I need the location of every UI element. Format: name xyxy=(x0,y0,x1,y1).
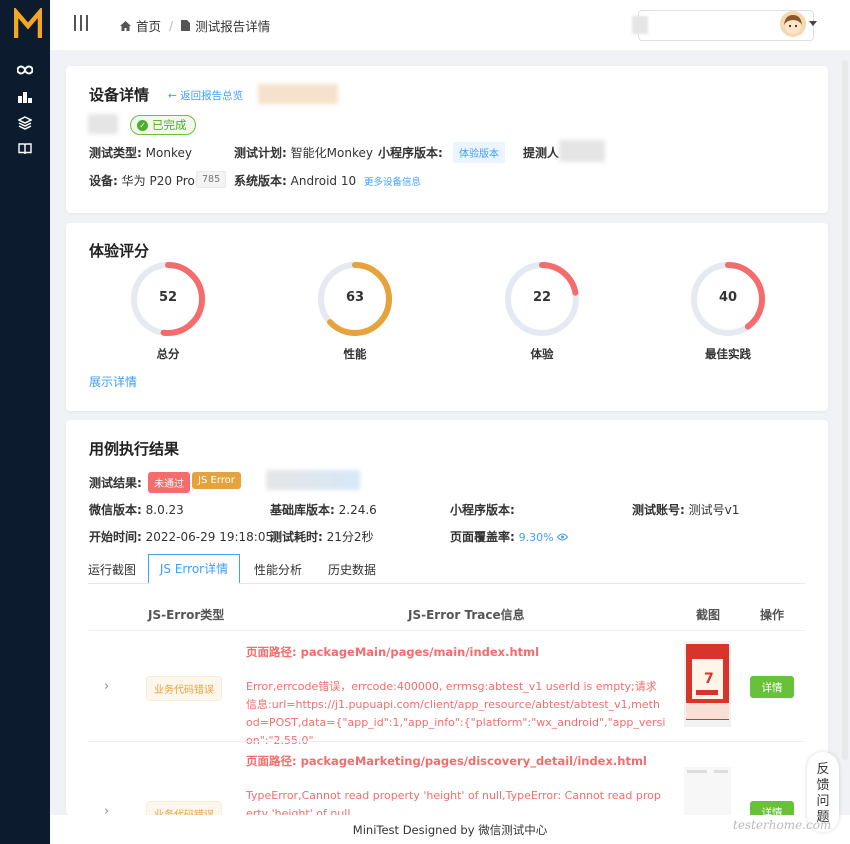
score-gauge: 40 xyxy=(688,259,768,339)
score-gauge: 52 xyxy=(128,259,208,339)
sidebar xyxy=(0,0,50,844)
gauge-value: 22 xyxy=(532,290,552,305)
result-card: 用例执行结果 测试结果: 未通过 JS Error 微信版本: 8.0.23 基… xyxy=(66,420,828,815)
svg-text:7: 7 xyxy=(704,671,714,687)
wechat-version-field: 微信版本: 8.0.23 xyxy=(89,503,184,517)
device-code-tag: 785 xyxy=(196,171,227,188)
error-page-path: 页面路径: packageMain/pages/main/index.html xyxy=(246,645,540,659)
tab-performance[interactable]: 性能分析 xyxy=(254,554,302,584)
error-type-tag: 业务代码错误 xyxy=(146,801,222,815)
row-divider xyxy=(88,741,805,742)
table-header-divider xyxy=(88,630,805,631)
error-screenshot-thumbnail[interactable]: 7 xyxy=(684,641,731,727)
column-header-type: JS-Error类型 xyxy=(148,608,225,622)
breadcrumb-separator: / xyxy=(169,18,174,33)
column-header-action: 操作 xyxy=(760,608,785,622)
error-screenshot-thumbnail[interactable] xyxy=(684,767,731,815)
device-field: 设备: 华为 P20 Pro xyxy=(89,174,195,188)
column-header-screenshot: 截图 xyxy=(696,608,721,622)
breadcrumb: 首页 / 测试报告详情 xyxy=(120,16,270,35)
tab-js-error[interactable]: JS Error详情 xyxy=(148,554,240,584)
column-header-trace: JS-Error Trace信息 xyxy=(408,608,525,622)
book-icon[interactable] xyxy=(16,140,34,158)
test-type-field: 测试类型: Monkey xyxy=(89,146,192,160)
layers-icon[interactable] xyxy=(16,114,34,132)
blurred-info xyxy=(266,470,360,490)
gauge-label: 总分 xyxy=(156,347,180,361)
breadcrumb-home[interactable]: 首页 xyxy=(120,16,161,35)
device-card: 设备详情 ← 返回报告总览 ✓ 已完成 测试类型: Monkey 测试计划: 智… xyxy=(66,66,828,213)
mp-version-field: 小程序版本: xyxy=(450,503,515,517)
coverage-field: 页面覆盖率: 9.30% xyxy=(450,528,569,545)
test-plan-field: 测试计划: 智能化Monkey xyxy=(234,146,373,160)
gauge-label: 体验 xyxy=(530,347,554,361)
avatar[interactable] xyxy=(780,11,806,37)
submitter-label: 提测人 xyxy=(523,146,560,160)
infinity-icon[interactable] xyxy=(16,61,34,79)
error-type-tag: 业务代码错误 xyxy=(146,676,222,701)
score-gauge: 63 xyxy=(315,259,395,339)
fail-tag: 未通过 xyxy=(148,472,190,493)
blurred-app-icon xyxy=(88,114,118,134)
home-icon xyxy=(120,20,131,31)
scrollbar[interactable] xyxy=(842,60,848,760)
more-device-info-link[interactable]: 更多设备信息 xyxy=(364,174,421,188)
detail-button[interactable]: 详情 xyxy=(750,801,794,815)
back-to-overview-link[interactable]: ← 返回报告总览 xyxy=(168,88,243,103)
score-title: 体验评分 xyxy=(89,242,150,260)
duration-field: 测试耗时: 21分2秒 xyxy=(270,530,374,544)
caret-down-icon[interactable] xyxy=(809,21,817,26)
error-trace: TypeError,Cannot read property 'height' … xyxy=(246,789,661,815)
breadcrumb-current: 测试报告详情 xyxy=(181,16,270,35)
bar-chart-icon[interactable] xyxy=(16,88,34,106)
logo-icon[interactable] xyxy=(14,8,42,40)
score-gauge: 22 xyxy=(502,259,582,339)
os-field: 系统版本: Android 10 xyxy=(234,174,357,188)
status-badge: ✓ 已完成 xyxy=(130,115,196,135)
check-circle-icon: ✓ xyxy=(137,119,148,131)
blurred-app-name xyxy=(258,84,338,104)
gauge-value: 52 xyxy=(158,290,178,305)
account-field: 测试账号: 测试号v1 xyxy=(632,503,740,517)
error-trace: Error,errcode错误，errcode:400000, errmsg:a… xyxy=(246,680,666,747)
blurred-submitter xyxy=(559,140,605,162)
document-icon xyxy=(181,20,191,31)
device-title: 设备详情 xyxy=(89,86,150,104)
expand-row-icon[interactable]: › xyxy=(104,804,109,815)
gauge-label: 最佳实践 xyxy=(705,347,751,361)
tab-history[interactable]: 历史数据 xyxy=(328,554,376,584)
gauge-value: 63 xyxy=(345,290,365,305)
footer: MiniTest Designed by 微信测试中心 xyxy=(50,815,850,844)
js-error-tag: JS Error xyxy=(192,472,241,489)
show-detail-link[interactable]: 展示详情 xyxy=(89,373,137,390)
tab-screenshots[interactable]: 运行截图 xyxy=(88,554,136,584)
mp-version-label: 小程序版本: xyxy=(378,146,443,160)
expand-row-icon[interactable]: › xyxy=(104,679,109,694)
result-label: 测试结果: xyxy=(89,476,142,490)
gauge-value: 40 xyxy=(718,290,738,305)
detail-button[interactable]: 详情 xyxy=(750,676,794,698)
project-select-blurred-value xyxy=(632,16,648,34)
lib-version-field: 基础库版本: 2.24.6 xyxy=(270,503,377,517)
feedback-label: 反馈问题 xyxy=(816,762,830,825)
top-header: 首页 / 测试报告详情 xyxy=(50,0,850,50)
score-card: 体验评分 52 总分 63 性能 22 体验 40 最佳实践 展示详情 xyxy=(66,223,828,411)
watermark: testerhome.com xyxy=(733,818,832,832)
mp-version-tag: 体验版本 xyxy=(453,142,505,163)
result-title: 用例执行结果 xyxy=(89,440,180,458)
eye-icon[interactable] xyxy=(557,533,569,541)
menu-toggle-icon[interactable] xyxy=(74,15,88,31)
gauge-label: 性能 xyxy=(343,347,367,361)
error-page-path: 页面路径: packageMarketing/pages/discovery_d… xyxy=(246,754,647,768)
start-time-field: 开始时间: 2022-06-29 19:18:05 xyxy=(89,530,274,544)
